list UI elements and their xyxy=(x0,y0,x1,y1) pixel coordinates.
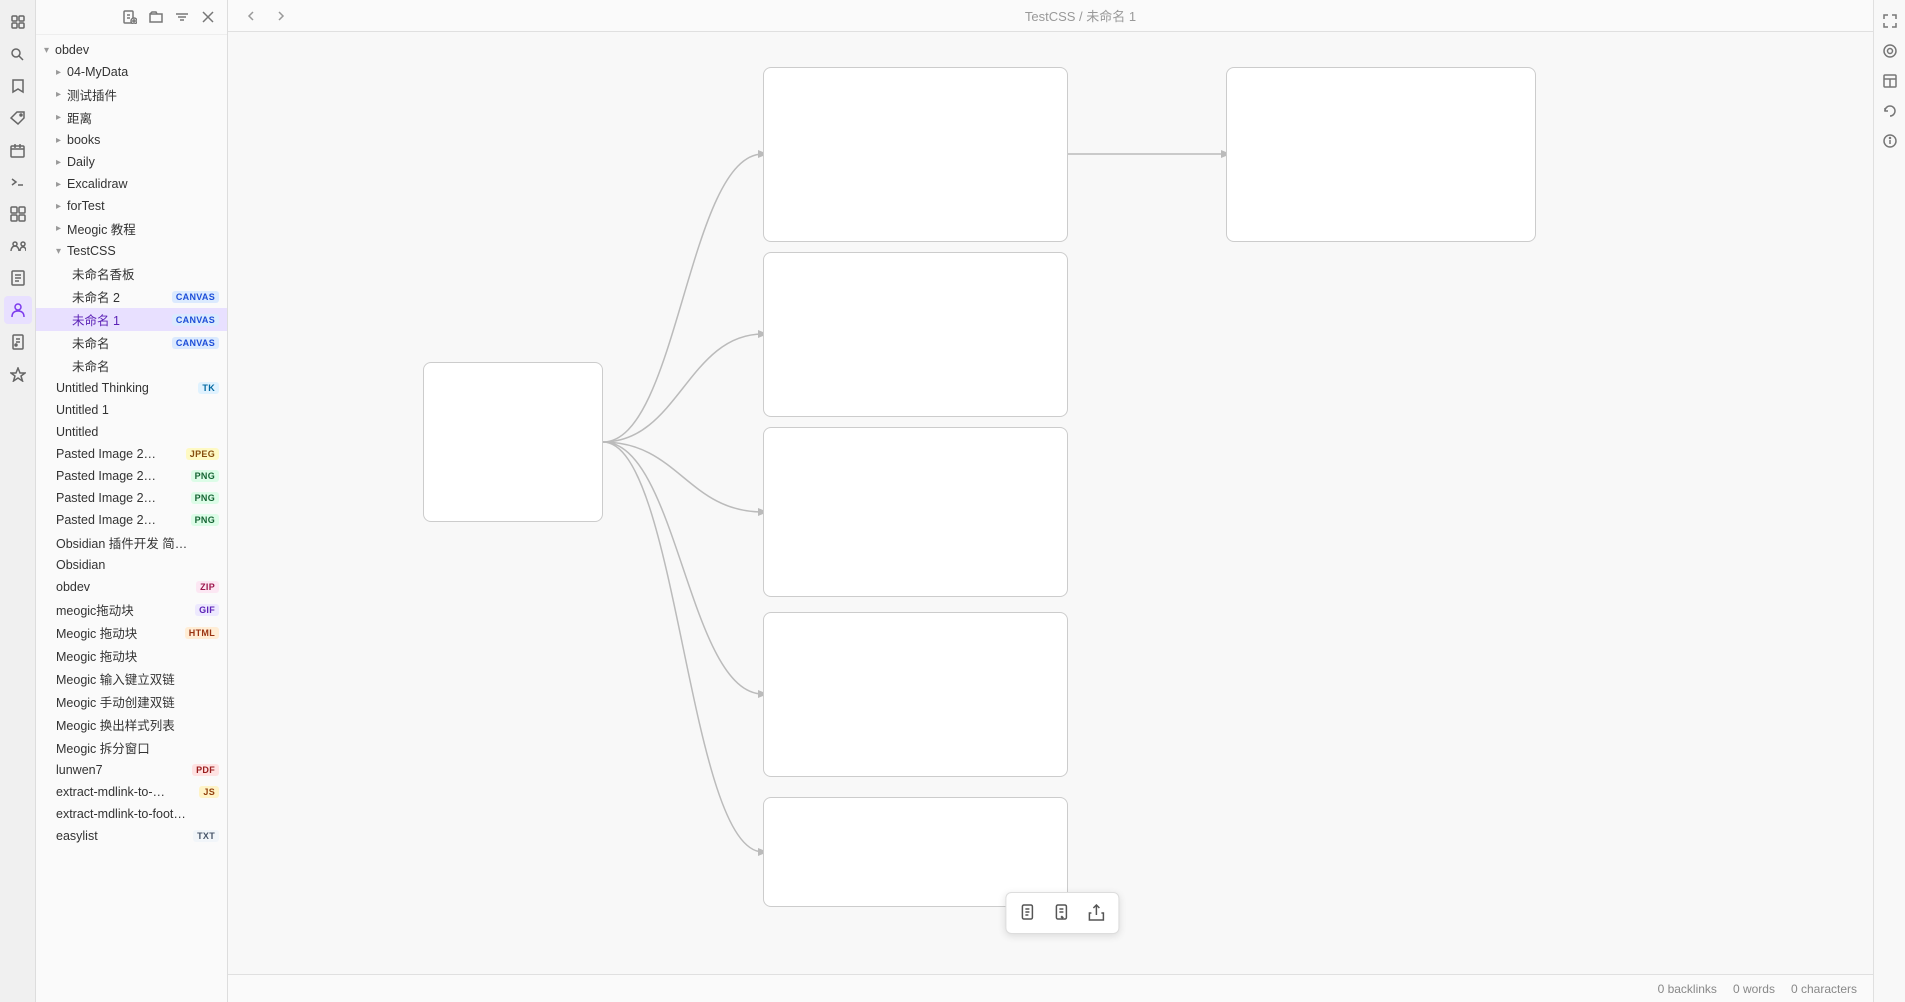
blocks-icon-btn[interactable] xyxy=(4,200,32,228)
document-btn[interactable] xyxy=(1012,897,1044,929)
tree-item-unnamed[interactable]: 未命名 xyxy=(36,354,227,377)
info-btn[interactable] xyxy=(1877,128,1903,154)
root-label: obdev xyxy=(55,43,219,57)
tree-item-distance[interactable]: ▸ 距离 xyxy=(36,106,227,129)
starred-icon-btn[interactable] xyxy=(4,360,32,388)
tree-item-unnamed1-active[interactable]: 未命名 1 CANVAS xyxy=(36,308,227,331)
bookmarks-icon-btn[interactable] xyxy=(4,72,32,100)
templates-icon-btn[interactable] xyxy=(4,264,32,292)
canvas-node-5[interactable] xyxy=(763,797,1068,907)
tree-item-testcss[interactable]: ▾ TestCSS xyxy=(36,240,227,262)
forward-btn[interactable] xyxy=(270,5,292,27)
tree-item-obdev-zip[interactable]: obdev ZIP xyxy=(36,576,227,598)
tree-item-meogic-manual-shortcut[interactable]: Meogic 手动创建双链 xyxy=(36,690,227,713)
tree-item-untitled1[interactable]: Untitled 1 xyxy=(36,399,227,421)
tree-item-pasted-png1[interactable]: Pasted Image 2… PNG xyxy=(36,465,227,487)
tree-item-fortest[interactable]: ▸ forTest xyxy=(36,195,227,217)
file-tree-header xyxy=(36,0,227,35)
tree-item-lunwen7[interactable]: lunwen7 PDF xyxy=(36,759,227,781)
tree-item-meogic-input-shortcut[interactable]: Meogic 输入键立双链 xyxy=(36,667,227,690)
canvas-node-3[interactable] xyxy=(763,427,1068,597)
left-sidebar-icons xyxy=(0,0,36,1002)
back-btn[interactable] xyxy=(240,5,262,27)
graph-view-btn[interactable] xyxy=(1877,38,1903,64)
person-icon-btn[interactable] xyxy=(4,296,32,324)
tree-item-extract-mdlink-foot[interactable]: extract-mdlink-to-foot… xyxy=(36,803,227,825)
backlinks-count: 0 backlinks xyxy=(1658,982,1717,996)
tree-item-pasted-png2[interactable]: Pasted Image 2… PNG xyxy=(36,487,227,509)
tree-item-unnamed2[interactable]: 未命名 2 CANVAS xyxy=(36,285,227,308)
tree-item-untitled[interactable]: Untitled xyxy=(36,421,227,443)
tags-icon-btn[interactable] xyxy=(4,104,32,132)
search-icon-btn[interactable] xyxy=(4,40,32,68)
breadcrumb-text: TestCSS / 未命名 1 xyxy=(1025,9,1136,24)
tree-item-meogic-html[interactable]: Meogic 拖动块 HTML xyxy=(36,621,227,644)
tree-root[interactable]: ▾ obdev xyxy=(36,39,227,61)
tree-item-pasted-jpeg[interactable]: Pasted Image 2… JPEG xyxy=(36,443,227,465)
tree-item-excalidraw[interactable]: ▸ Excalidraw xyxy=(36,173,227,195)
root-arrow: ▾ xyxy=(44,45,49,56)
statusbar: 0 backlinks 0 words 0 characters xyxy=(228,974,1873,1002)
topbar: TestCSS / 未命名 1 xyxy=(228,0,1873,32)
canvas-node-4[interactable] xyxy=(763,612,1068,777)
right-panel xyxy=(1873,0,1905,1002)
tree-item-whiteboard[interactable]: 未命名香板 xyxy=(36,262,227,285)
tree-item-unnamed-canvas[interactable]: 未命名 CANVAS xyxy=(36,331,227,354)
main-area: TestCSS / 未命名 1 xyxy=(228,0,1873,1002)
edit-document-btn[interactable] xyxy=(1046,897,1078,929)
float-toolbar xyxy=(1005,892,1119,934)
tree-item-meogic-gif[interactable]: meogic拖动块 GIF xyxy=(36,598,227,621)
tree-item-meogic-split[interactable]: Meogic 拆分窗口 xyxy=(36,736,227,759)
undo-btn[interactable] xyxy=(1877,98,1903,124)
char-count: 0 characters xyxy=(1791,982,1857,996)
tree-item-obsidian[interactable]: Obsidian xyxy=(36,554,227,576)
calendar-icon-btn[interactable] xyxy=(4,136,32,164)
close-tree-btn[interactable] xyxy=(197,6,219,28)
tree-item-testplugin[interactable]: ▸ 测试插件 xyxy=(36,83,227,106)
file-tree-body: ▾ obdev ▸ 04-MyData ▸ 测试插件 ▸ 距离 ▸ books … xyxy=(36,35,227,1002)
community-icon-btn[interactable] xyxy=(4,232,32,260)
word-count: 0 words xyxy=(1733,982,1775,996)
tree-item-meogic-style-list[interactable]: Meogic 换出样式列表 xyxy=(36,713,227,736)
tree-item-untitled-thinking[interactable]: Untitled Thinking TK xyxy=(36,377,227,399)
tree-item-books[interactable]: ▸ books xyxy=(36,129,227,151)
tree-item-meogic-tutorial[interactable]: ▸ Meogic 教程 xyxy=(36,217,227,240)
new-folder-btn[interactable] xyxy=(145,6,167,28)
tree-item-daily[interactable]: ▸ Daily xyxy=(36,151,227,173)
canvas-node-far-right[interactable] xyxy=(1226,67,1536,242)
tree-item-meogic-block[interactable]: Meogic 拖动块 xyxy=(36,644,227,667)
canvas-node-1[interactable] xyxy=(763,67,1068,242)
tree-item-pasted-png3[interactable]: Pasted Image 2… PNG xyxy=(36,509,227,531)
tree-item-04mydata[interactable]: ▸ 04-MyData xyxy=(36,61,227,83)
canvas-node-2[interactable] xyxy=(763,252,1068,417)
tree-item-easylist[interactable]: easylist TXT xyxy=(36,825,227,847)
expand-view-btn[interactable] xyxy=(1877,8,1903,34)
tree-item-obsidian-dev[interactable]: Obsidian 插件开发 简… xyxy=(36,531,227,554)
terminal-icon-btn[interactable] xyxy=(4,168,32,196)
files-icon-btn[interactable] xyxy=(4,8,32,36)
table-view-btn[interactable] xyxy=(1877,68,1903,94)
canvas-area[interactable] xyxy=(228,32,1873,974)
journal-icon-btn[interactable] xyxy=(4,328,32,356)
canvas-node-root[interactable] xyxy=(423,362,603,522)
new-note-btn[interactable] xyxy=(119,6,141,28)
share-btn[interactable] xyxy=(1080,897,1112,929)
file-tree-panel: ▾ obdev ▸ 04-MyData ▸ 测试插件 ▸ 距离 ▸ books … xyxy=(36,0,228,1002)
breadcrumb: TestCSS / 未命名 1 xyxy=(300,6,1861,25)
tree-item-extract-mdlink[interactable]: extract-mdlink-to-… JS xyxy=(36,781,227,803)
sort-btn[interactable] xyxy=(171,6,193,28)
